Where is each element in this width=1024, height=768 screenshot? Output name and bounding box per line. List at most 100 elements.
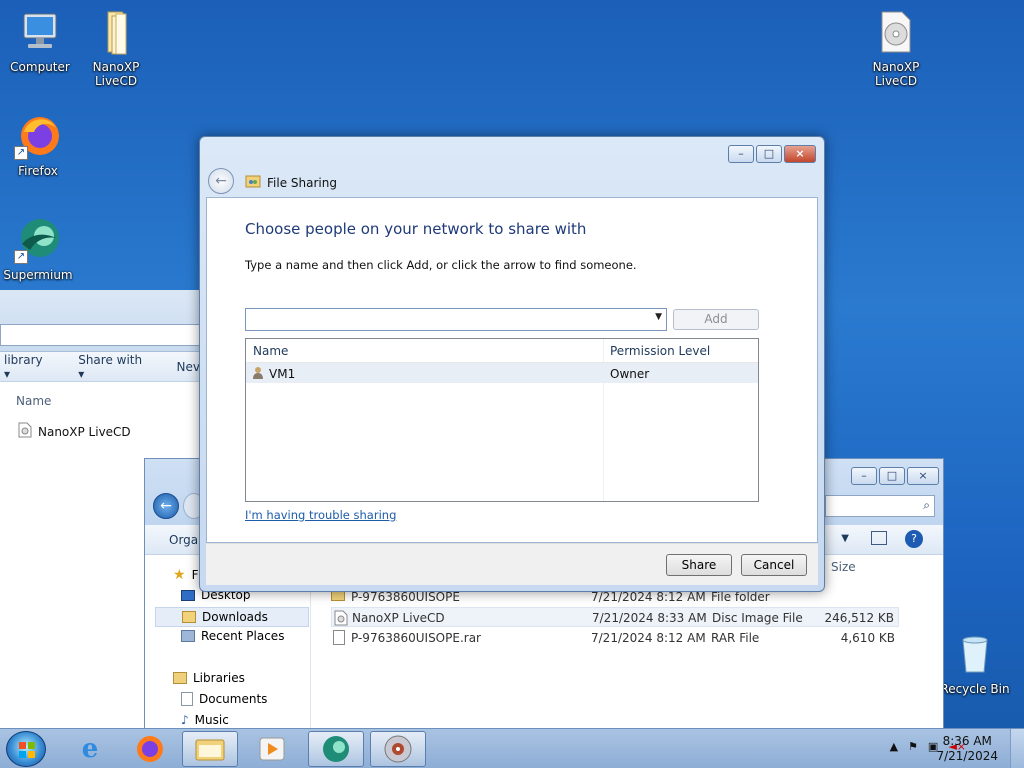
clock[interactable]: 8:36 AM 7/21/2024 — [936, 734, 998, 764]
nav-item-downloads[interactable]: Downloads — [155, 607, 309, 627]
desktop-icon-computer[interactable]: Computer — [2, 8, 78, 74]
file-row[interactable]: P-9763860UISOPE.rar 7/21/2024 8:12 AM RA… — [331, 628, 899, 648]
minimize-button[interactable]: – — [851, 467, 877, 485]
disc-icon — [384, 735, 412, 763]
share-button[interactable]: Share — [666, 554, 732, 576]
music-icon: ♪ — [181, 713, 189, 727]
command-bar: library ▾ Share with ▾ Nev — [0, 352, 200, 382]
views-dropdown-icon[interactable]: ▼ — [841, 533, 849, 544]
taskbar-internet-explorer[interactable]: e — [62, 731, 118, 767]
column-header-name[interactable]: Name — [253, 344, 288, 358]
taskbar-disc-burner[interactable] — [370, 731, 426, 767]
shortcut-arrow-icon: ↗ — [14, 250, 28, 264]
internet-explorer-icon: e — [81, 734, 99, 764]
recent-places-icon — [181, 630, 195, 642]
desktop-icon-label: NanoXP LiveCD — [92, 60, 140, 88]
user-icon — [252, 366, 264, 383]
desktop-icon-label: Supermium — [3, 268, 73, 282]
documents-icon — [181, 692, 193, 706]
clock-time: 8:36 AM — [942, 734, 992, 748]
windows-logo-icon — [19, 742, 35, 758]
file-icon — [333, 630, 345, 645]
share-with-button[interactable]: Share with ▾ — [78, 353, 148, 381]
desktop-icon-supermium[interactable]: ↗ Supermium — [0, 216, 76, 282]
media-player-icon — [259, 737, 285, 761]
list-item[interactable]: VM1 Owner — [246, 363, 758, 383]
list-header: Name Permission Level — [246, 339, 758, 363]
firefox-icon — [137, 736, 163, 762]
folder-icon — [195, 739, 225, 761]
supermium-icon — [323, 736, 349, 762]
column-header-size[interactable]: Size — [831, 560, 856, 574]
desktop-icon-label: NanoXP LiveCD — [872, 60, 920, 88]
caption-buttons: – □ × — [728, 145, 816, 163]
search-icon: ⌕ — [923, 498, 930, 512]
trouble-sharing-link[interactable]: I'm having trouble sharing — [245, 508, 396, 522]
shortcut-arrow-icon: ↗ — [14, 146, 28, 160]
desktop-icon — [181, 589, 195, 601]
star-icon: ★ — [173, 567, 186, 583]
action-center-flag-icon[interactable]: ⚑ — [908, 740, 918, 753]
desktop-icon-nanoxp-iso[interactable]: NanoXP LiveCD — [858, 8, 934, 88]
column-header-name[interactable]: Name — [0, 382, 200, 418]
nav-item-recent-places[interactable]: Recent Places — [181, 629, 284, 643]
disc-image-icon — [872, 8, 920, 56]
dropdown-arrow-icon[interactable]: ▼ — [655, 312, 662, 322]
start-button[interactable] — [6, 731, 46, 767]
maximize-button[interactable]: □ — [756, 145, 782, 163]
taskbar-media-player[interactable] — [244, 731, 300, 767]
dialog-instruction: Type a name and then click Add, or click… — [245, 258, 637, 272]
show-desktop-button[interactable] — [1010, 729, 1024, 768]
nav-libraries[interactable]: Libraries — [173, 671, 245, 685]
organize-button[interactable]: Orga — [169, 533, 198, 547]
include-in-library-button[interactable]: library ▾ — [4, 353, 50, 381]
file-item[interactable]: NanoXP LiveCD — [0, 418, 200, 445]
desktop-icon-label: Computer — [10, 60, 70, 74]
close-button[interactable]: × — [784, 145, 816, 163]
user-name: VM1 — [269, 367, 296, 381]
taskbar-firefox[interactable] — [122, 731, 178, 767]
disc-image-icon — [334, 610, 348, 629]
file-sharing-dialog: – □ × ← File Sharing Choose people on yo… — [199, 136, 825, 592]
nav-item-music[interactable]: ♪ Music — [181, 713, 229, 727]
favorites-node[interactable]: ★ F — [173, 567, 198, 583]
show-hidden-icons-icon[interactable]: ▲ — [890, 740, 898, 753]
minimize-button[interactable]: – — [728, 145, 754, 163]
desktop-icon-recycle-bin[interactable]: Recycle Bin — [937, 630, 1013, 696]
caption-buttons: – □ × — [851, 467, 939, 485]
desktop-icon-firefox[interactable]: ↗ Firefox — [0, 112, 76, 178]
nav-item-documents[interactable]: Documents — [181, 692, 267, 706]
permission-level[interactable]: Owner — [610, 367, 649, 381]
add-button[interactable]: Add — [673, 309, 759, 330]
firefox-icon: ↗ — [14, 112, 62, 160]
file-row[interactable]: NanoXP LiveCD 7/21/2024 8:33 AM Disc Ima… — [331, 607, 899, 627]
dialog-content: Choose people on your network to share w… — [206, 197, 818, 543]
file-sharing-icon — [245, 173, 261, 192]
search-input[interactable]: ⌕ — [825, 495, 935, 517]
help-icon[interactable]: ? — [905, 530, 923, 548]
dialog-footer: Share Cancel — [206, 543, 818, 585]
name-combobox[interactable]: ▼ — [245, 308, 667, 331]
taskbar: e ▲ ⚑ ▣ ◄× 8:36 AM 7/21/2024 — [0, 728, 1024, 768]
new-folder-button[interactable]: Nev — [177, 360, 200, 374]
back-arrow-icon[interactable]: ← — [208, 168, 234, 194]
downloads-folder-icon — [182, 611, 196, 623]
preview-pane-icon[interactable] — [871, 531, 887, 545]
column-header-permission[interactable]: Permission Level — [610, 344, 710, 358]
taskbar-windows-explorer[interactable] — [182, 731, 238, 767]
dialog-title: File Sharing — [245, 173, 337, 192]
taskbar-supermium[interactable] — [308, 731, 364, 767]
back-arrow-icon[interactable]: ← — [153, 493, 179, 519]
name-input[interactable] — [246, 309, 642, 330]
computer-icon — [16, 8, 64, 56]
cancel-button[interactable]: Cancel — [741, 554, 807, 576]
maximize-button[interactable]: □ — [879, 467, 905, 485]
file-name: NanoXP LiveCD — [38, 424, 131, 439]
close-button[interactable]: × — [907, 467, 939, 485]
sharing-list: Name Permission Level VM1 Owner — [245, 338, 759, 502]
libraries-icon — [173, 672, 187, 684]
desktop-icon-nanoxp-folder[interactable]: NanoXP LiveCD — [78, 8, 154, 88]
address-bar[interactable] — [0, 324, 200, 346]
clock-date: 7/21/2024 — [936, 749, 998, 763]
desktop-icon-label: Firefox — [18, 164, 58, 178]
